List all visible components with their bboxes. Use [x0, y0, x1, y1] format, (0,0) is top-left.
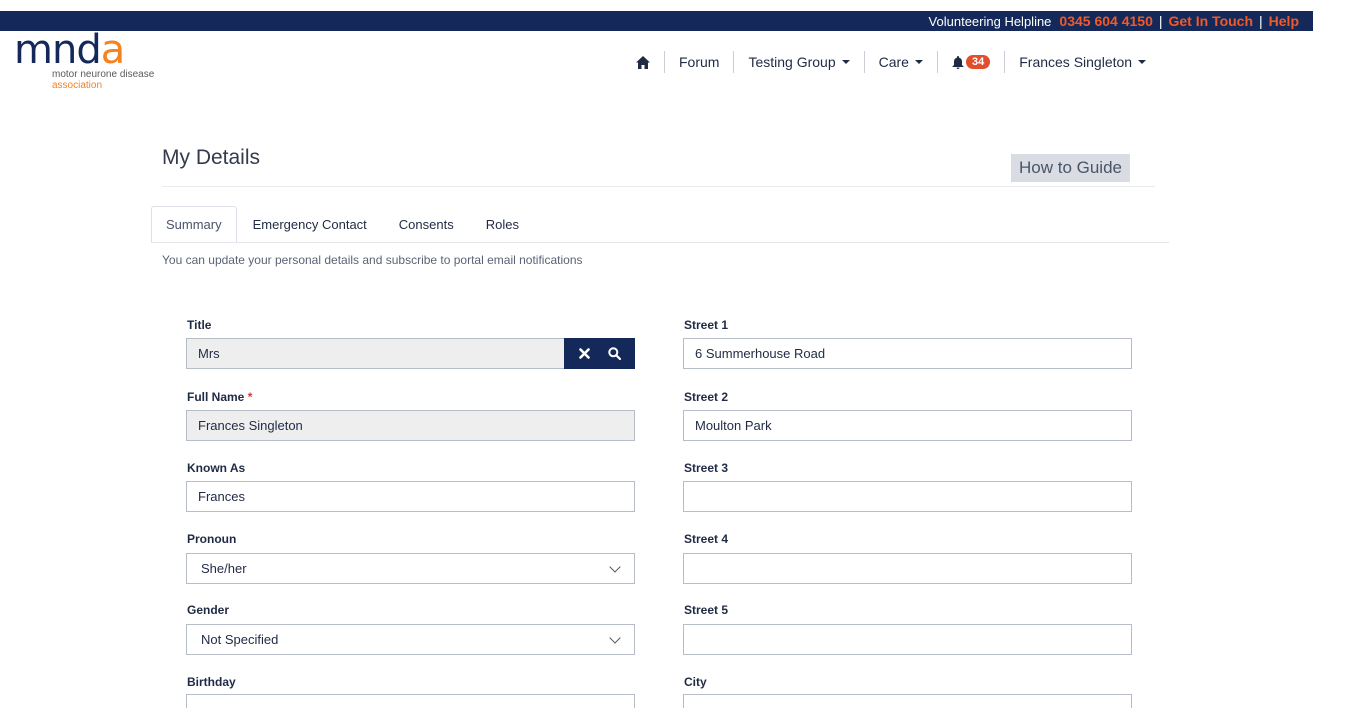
tab-emergency-contact[interactable]: Emergency Contact [237, 206, 383, 243]
logo-wordmark: mnda [14, 27, 125, 73]
get-in-touch-link[interactable]: Get In Touch [1169, 13, 1254, 29]
nav-testing-group[interactable]: Testing Group [734, 51, 863, 73]
tabs-divider [151, 242, 1169, 243]
gender-select[interactable]: Not Specified [186, 624, 635, 655]
street4-input[interactable] [683, 553, 1132, 584]
bell-icon [952, 55, 964, 69]
separator: | [1158, 13, 1163, 29]
city-input[interactable] [683, 694, 1132, 708]
divider [162, 186, 1155, 187]
street3-input[interactable] [683, 481, 1132, 512]
city-label: City [684, 675, 707, 689]
chevron-down-icon [609, 560, 621, 573]
birthday-label: Birthday [187, 675, 236, 689]
street5-label: Street 5 [684, 603, 729, 617]
nav-care[interactable]: Care [865, 51, 937, 73]
tab-consents[interactable]: Consents [383, 206, 470, 243]
full-name-label: Full Name * [187, 390, 253, 404]
helpline-bar: Volunteering Helpline 0345 604 4150 | Ge… [0, 11, 1313, 31]
street1-input[interactable]: 6 Summerhouse Road [683, 338, 1132, 369]
logo-subtitle-association: association [52, 80, 103, 91]
title-actions [564, 338, 635, 369]
caret-down-icon [841, 60, 850, 64]
close-icon [579, 348, 591, 359]
nav-care-label: Care [878, 54, 909, 70]
home-icon[interactable] [622, 51, 664, 73]
help-link[interactable]: Help [1269, 13, 1299, 29]
nav-forum[interactable]: Forum [665, 51, 733, 73]
tab-summary[interactable]: Summary [151, 206, 237, 243]
chevron-down-icon [609, 631, 621, 644]
page-title: My Details [162, 146, 261, 169]
known-as-label: Known As [187, 461, 246, 475]
notification-badge: 34 [965, 55, 991, 69]
caret-down-icon [914, 60, 923, 64]
street2-label: Street 2 [684, 390, 729, 404]
search-icon [608, 347, 621, 360]
caret-down-icon [1138, 60, 1147, 64]
main-nav: Forum Testing Group Care 34 Frances Sing… [622, 51, 1160, 73]
search-title-button[interactable] [602, 342, 626, 366]
street2-input[interactable]: Moulton Park [683, 410, 1132, 441]
how-to-guide-button[interactable]: How to Guide [1011, 154, 1130, 182]
street5-input[interactable] [683, 624, 1132, 655]
title-field[interactable]: Mrs [186, 338, 565, 369]
gender-selected-value: Not Specified [201, 632, 279, 647]
user-name: Frances Singleton [1019, 54, 1133, 70]
user-menu[interactable]: Frances Singleton [1005, 51, 1160, 73]
helpline-phone-link[interactable]: 0345 604 4150 [1059, 13, 1152, 29]
separator: | [1259, 13, 1263, 29]
notifications-button[interactable]: 34 [938, 51, 1004, 73]
clear-title-button[interactable] [573, 342, 597, 366]
pronoun-label: Pronoun [187, 532, 237, 546]
details-tabs: Summary Emergency Contact Consents Roles [151, 206, 535, 243]
pronoun-selected-value: She/her [201, 561, 247, 576]
title-label: Title [187, 318, 212, 332]
street3-label: Street 3 [684, 461, 729, 475]
birthday-input[interactable] [186, 694, 635, 708]
street4-label: Street 4 [684, 532, 729, 546]
mnda-logo[interactable]: mnda motor neurone disease association [14, 30, 184, 96]
intro-text: You can update your personal details and… [162, 253, 583, 267]
full-name-field[interactable]: Frances Singleton [186, 410, 635, 441]
nav-testing-group-label: Testing Group [748, 54, 836, 70]
logo-subtitle: motor neurone disease [52, 69, 155, 80]
known-as-input[interactable]: Frances [186, 481, 635, 512]
gender-label: Gender [187, 603, 230, 617]
helpline-label: Volunteering Helpline [928, 13, 1052, 29]
required-mark: * [247, 390, 253, 404]
street1-label: Street 1 [684, 318, 729, 332]
tab-roles[interactable]: Roles [470, 206, 535, 243]
pronoun-select[interactable]: She/her [186, 553, 635, 584]
